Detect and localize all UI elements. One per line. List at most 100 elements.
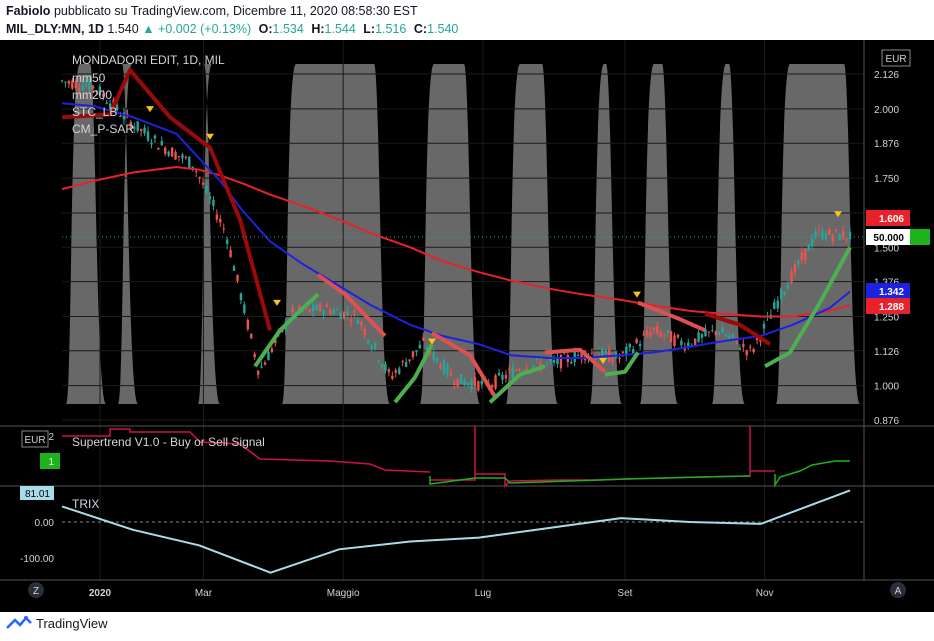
author-line: Fabiolo pubblicato su TradingView.com, D… <box>6 4 418 18</box>
candle-body <box>256 370 260 375</box>
candle-body <box>817 229 821 231</box>
candle-body <box>656 326 659 334</box>
candle-body <box>150 142 153 145</box>
candle-body <box>673 335 676 346</box>
candle-body <box>263 362 267 366</box>
candle-body <box>349 319 353 322</box>
candle-body <box>749 346 752 348</box>
tradingview-brand[interactable]: TradingView <box>36 616 108 631</box>
candle-body <box>229 249 232 257</box>
candle-body <box>515 369 518 371</box>
candle-body <box>669 331 673 343</box>
candle-body <box>332 310 336 315</box>
candle-body <box>174 152 177 160</box>
tradingview-logo-icon[interactable] <box>6 615 32 631</box>
candle-body <box>501 374 504 380</box>
candle-body <box>632 349 635 354</box>
quote-line: MIL_DLY:MN, 1D 1.540 ▲ +0.002 (+0.13%) O… <box>6 22 458 36</box>
price-tick-2: 1.876 <box>874 139 899 150</box>
candle-body <box>394 370 397 373</box>
candle-body <box>459 374 463 384</box>
main-pane-title[interactable]: MONDADORI EDIT, 1D, MIL <box>72 53 225 67</box>
candle-body <box>773 302 776 309</box>
candle-body <box>497 372 501 376</box>
time-label-2: Maggio <box>327 588 360 599</box>
candle-body <box>711 329 714 331</box>
candle-body <box>800 252 804 261</box>
close-value: 1.540 <box>427 22 459 36</box>
price-badge-text-2: 1.342 <box>879 287 904 298</box>
candle-body <box>563 353 566 355</box>
time-label-5: Nov <box>756 588 774 599</box>
trix-badge-value: 81.01 <box>25 489 50 500</box>
candle-body <box>139 128 143 131</box>
stc-badge-marker <box>910 229 930 245</box>
author-name[interactable]: Fabiolo <box>6 4 50 18</box>
open-label: O: <box>258 22 273 36</box>
price-badge-text-1: 50.000 <box>873 233 904 244</box>
candle-body <box>377 360 380 362</box>
candle-body <box>570 361 573 364</box>
candle-body <box>435 357 439 362</box>
candle-body <box>573 351 576 362</box>
candle-body <box>700 334 704 338</box>
candle-body <box>559 354 563 369</box>
candle-body <box>463 380 466 386</box>
supertrend-tick-2: 2 <box>48 432 54 443</box>
candle-body <box>731 333 735 339</box>
candle-body <box>707 331 711 333</box>
candle-body <box>797 260 800 265</box>
time-label-3: Lug <box>475 588 492 599</box>
candle-body <box>208 196 212 200</box>
candle-body <box>535 358 539 361</box>
candle-body <box>480 380 484 385</box>
trix-title[interactable]: TRIX <box>72 497 99 511</box>
candle-body <box>604 350 607 354</box>
candle-body <box>222 228 225 230</box>
footer: TradingView <box>6 612 108 634</box>
candle-body <box>267 351 270 361</box>
candle-body <box>398 368 401 374</box>
candle-body <box>724 334 728 337</box>
candle-body <box>64 81 67 83</box>
candle-body <box>195 171 198 173</box>
candle-body <box>718 332 721 335</box>
candle-body <box>745 350 748 356</box>
supertrend-title[interactable]: Supertrend V1.0 - Buy or Sell Signal <box>72 435 265 449</box>
candle-body <box>659 331 662 337</box>
time-label-0: 2020 <box>89 588 112 599</box>
candle-body <box>714 331 717 336</box>
candle-body <box>841 231 845 240</box>
candle-body <box>545 362 549 364</box>
candle-body <box>828 229 831 235</box>
candle-body <box>415 350 418 352</box>
candle-body <box>318 303 322 312</box>
up-arrow-icon: ▲ <box>142 22 155 36</box>
price-tick-10: 0.876 <box>874 416 899 427</box>
candle-body <box>308 309 311 313</box>
candle-body <box>494 375 497 389</box>
candle-body <box>315 304 318 311</box>
supertrend-tick-1: 1 <box>48 457 54 468</box>
price-tick-3: 1.750 <box>874 174 899 185</box>
candle-body <box>177 156 181 158</box>
candle-body <box>511 367 514 378</box>
chart-canvas[interactable]: MONDADORI EDIT, 1D, MIL mm50 mm200 STC_LB C… <box>0 40 934 612</box>
candle-body <box>442 360 446 374</box>
candle-body <box>164 147 167 154</box>
candle-body <box>590 352 594 354</box>
candle-body <box>422 337 425 341</box>
candle-body <box>404 362 408 367</box>
candle-body <box>384 363 387 371</box>
candle-body <box>697 332 700 342</box>
price-badge-text-0: 1.606 <box>879 214 904 225</box>
symbol-label[interactable]: MIL_DLY:MN, 1D <box>6 22 104 36</box>
candle-body <box>473 377 477 387</box>
candle-body <box>821 230 824 240</box>
price-tick-8: 1.126 <box>874 347 899 358</box>
candle-body <box>776 300 779 309</box>
supertrend-currency: EUR <box>24 435 45 446</box>
legend-item-1: mm200 <box>72 88 112 102</box>
candle-body <box>466 382 470 386</box>
candle-body <box>270 348 274 353</box>
